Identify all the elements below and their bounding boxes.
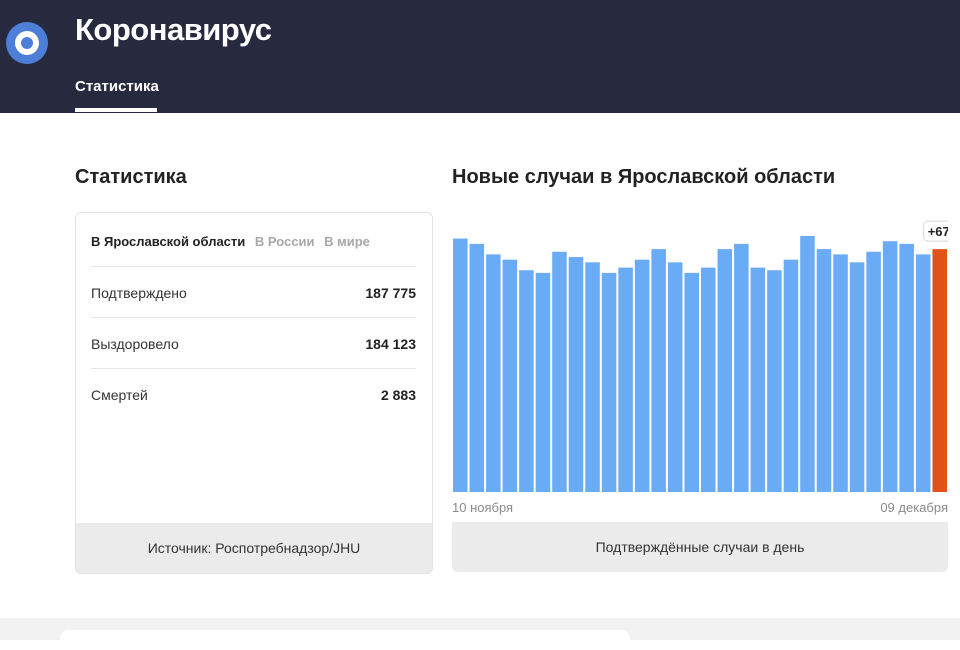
region-tab-world[interactable]: В мире xyxy=(324,234,370,249)
chart-bar[interactable] xyxy=(833,254,848,492)
stat-label: Смертей xyxy=(91,387,148,403)
chart-bar[interactable] xyxy=(915,254,931,492)
chart-bar[interactable] xyxy=(552,251,567,492)
chart-bar[interactable] xyxy=(849,262,865,492)
chart-bar[interactable] xyxy=(486,254,501,492)
latest-value-label: +67 xyxy=(928,224,948,239)
chart-bar[interactable] xyxy=(585,262,600,492)
source-footer[interactable]: Источник: Роспотребнадзор/JHU xyxy=(76,523,432,573)
stat-value: 2 883 xyxy=(380,387,416,403)
chart-bar[interactable] xyxy=(701,267,716,492)
stat-row-recovered: Выздоровело 184 123 xyxy=(91,317,416,368)
chart-bar[interactable] xyxy=(502,259,518,492)
stat-value: 184 123 xyxy=(365,336,416,352)
stat-label: Выздоровело xyxy=(91,336,179,352)
chart-bar[interactable] xyxy=(734,243,749,492)
region-tabs: В Ярославской области В России В мире xyxy=(91,234,376,249)
stat-label: Подтверждено xyxy=(91,285,187,301)
top-header: Коронавирус Статистика xyxy=(0,0,960,113)
chart-bar[interactable] xyxy=(816,249,832,492)
x-tick-label-start: 10 ноября xyxy=(452,500,513,515)
chart-bar[interactable] xyxy=(899,243,914,492)
chart-bar[interactable] xyxy=(568,257,584,492)
chart-bar[interactable] xyxy=(469,243,485,492)
statistics-title: Статистика xyxy=(75,166,187,188)
chart-bar-latest[interactable] xyxy=(932,249,947,492)
chart-bar[interactable] xyxy=(618,267,633,492)
chart-bar[interactable] xyxy=(667,262,683,492)
chart-bar[interactable] xyxy=(535,272,551,492)
stat-value: 187 775 xyxy=(365,285,416,301)
bottom-card xyxy=(60,630,630,650)
chart-bar[interactable] xyxy=(684,272,699,492)
app-title: Коронавирус xyxy=(75,12,272,47)
chart-card: +67 10 ноября 09 декабря Подтверждённые сл… xyxy=(452,220,948,572)
statistics-card: В Ярославской области В России В мире По… xyxy=(75,212,433,574)
chart-bar[interactable] xyxy=(453,238,468,492)
chart-bar[interactable] xyxy=(634,259,650,492)
tab-statistics[interactable]: Статистика xyxy=(75,78,159,95)
chart-bar[interactable] xyxy=(866,251,881,492)
chart-bar[interactable] xyxy=(783,259,799,492)
chart-bar[interactable] xyxy=(750,267,766,492)
chart-footer[interactable]: Подтверждённые случаи в день xyxy=(452,522,948,572)
chart-bar[interactable] xyxy=(519,270,534,492)
chart-bar[interactable] xyxy=(882,241,898,492)
chart-title: Новые случаи в Ярославской области xyxy=(452,166,836,188)
chart-bar[interactable] xyxy=(651,249,666,492)
chart-bar[interactable] xyxy=(601,272,617,492)
chart-bar[interactable] xyxy=(717,249,733,492)
region-tab-yaroslavl[interactable]: В Ярославской области xyxy=(91,234,245,249)
stat-row-confirmed: Подтверждено 187 775 xyxy=(91,266,416,317)
chart-bar[interactable] xyxy=(767,270,782,492)
x-tick-label-end: 09 декабря xyxy=(880,500,948,515)
new-cases-chart: +67 10 ноября 09 декабря xyxy=(452,220,948,515)
tab-active-indicator xyxy=(75,108,157,112)
stat-row-deaths: Смертей 2 883 xyxy=(91,368,416,419)
chart-bar[interactable] xyxy=(800,235,815,493)
app-logo-icon[interactable] xyxy=(6,22,48,64)
region-tab-russia[interactable]: В России xyxy=(255,234,315,249)
